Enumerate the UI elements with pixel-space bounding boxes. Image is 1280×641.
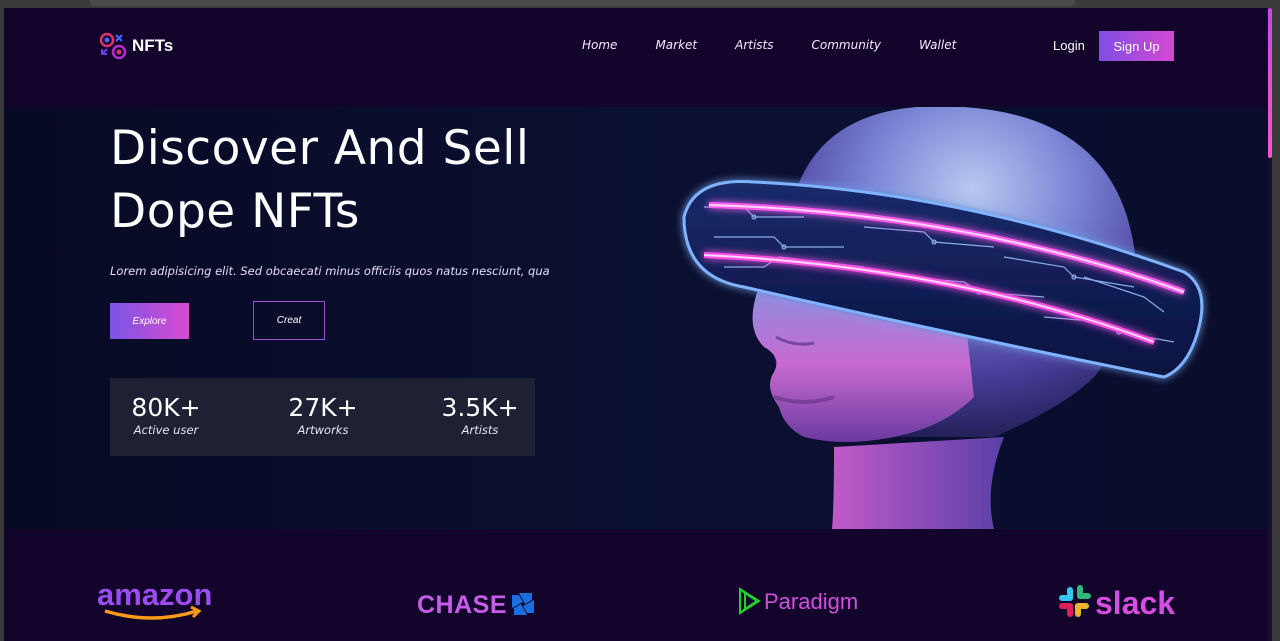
hero-subtitle: Lorem adipisicing elit. Sed obcaecati mi…	[110, 264, 550, 278]
brand-paradigm: Paradigm	[737, 585, 863, 617]
stat-value: 80K+	[131, 393, 201, 422]
hero-title-line1: Discover And Sell	[110, 121, 530, 176]
logo-icon	[99, 32, 127, 60]
brand-slack: slack	[1057, 583, 1175, 623]
chase-logo: CHASE	[417, 591, 534, 619]
stat-value: 27K+	[288, 393, 358, 422]
main-nav: Home Market Artists Community Wallet	[582, 38, 994, 52]
logo[interactable]: NFTs	[99, 32, 173, 60]
create-button[interactable]: Creat	[253, 301, 325, 340]
hero-section: Discover And Sell Dope NFTs Lorem adipis…	[4, 107, 1272, 529]
stat-label: Artworks	[297, 423, 349, 437]
chase-wordmark: CHASE	[417, 591, 507, 619]
nav-community[interactable]: Community	[812, 38, 881, 52]
nav-market[interactable]: Market	[655, 38, 697, 52]
nav-artists[interactable]: Artists	[735, 38, 773, 52]
amazon-wordmark: amazon	[97, 577, 212, 612]
page: NFTs Home Market Artists Community Walle…	[4, 8, 1272, 641]
brand-chase: CHASE	[417, 589, 537, 619]
stat-label: Active user	[133, 423, 199, 437]
signup-button[interactable]: Sign Up	[1099, 31, 1174, 61]
stat-artists: 3.5K+ Artists	[432, 394, 528, 438]
paradigm-wordmark: Paradigm	[764, 589, 858, 614]
amazon-logo: amazon	[97, 577, 212, 620]
nav-home[interactable]: Home	[582, 38, 617, 52]
nav-wallet[interactable]: Wallet	[919, 38, 956, 52]
brands-strip: amazon CHASE Paradigm slack	[4, 529, 1272, 641]
slack-wordmark: slack	[1095, 585, 1175, 621]
hero-title-line2: Dope NFTs	[110, 184, 360, 239]
browser-frame-edge	[90, 0, 1075, 6]
scrollbar-thumb[interactable]	[1268, 8, 1272, 158]
slack-logo: slack	[1059, 585, 1175, 621]
paradigm-logo: Paradigm	[739, 587, 858, 615]
vr-head-illustration	[682, 107, 1204, 529]
login-link[interactable]: Login	[1053, 38, 1085, 53]
stat-label: Artists	[461, 423, 499, 437]
stat-active-users: 80K+ Active user	[120, 394, 212, 438]
hero-title: Discover And Sell Dope NFTs	[110, 117, 550, 243]
logo-text: NFTs	[132, 36, 174, 55]
explore-button[interactable]: Explore	[110, 303, 189, 339]
header: NFTs Home Market Artists Community Walle…	[4, 8, 1272, 107]
brand-amazon: amazon	[97, 577, 215, 621]
scrollbar[interactable]	[1268, 8, 1272, 641]
stat-value: 3.5K+	[441, 393, 519, 422]
stats-panel: 80K+ Active user 27K+ Artworks 3.5K+ Art…	[110, 378, 535, 456]
stat-artworks: 27K+ Artworks	[278, 394, 368, 438]
